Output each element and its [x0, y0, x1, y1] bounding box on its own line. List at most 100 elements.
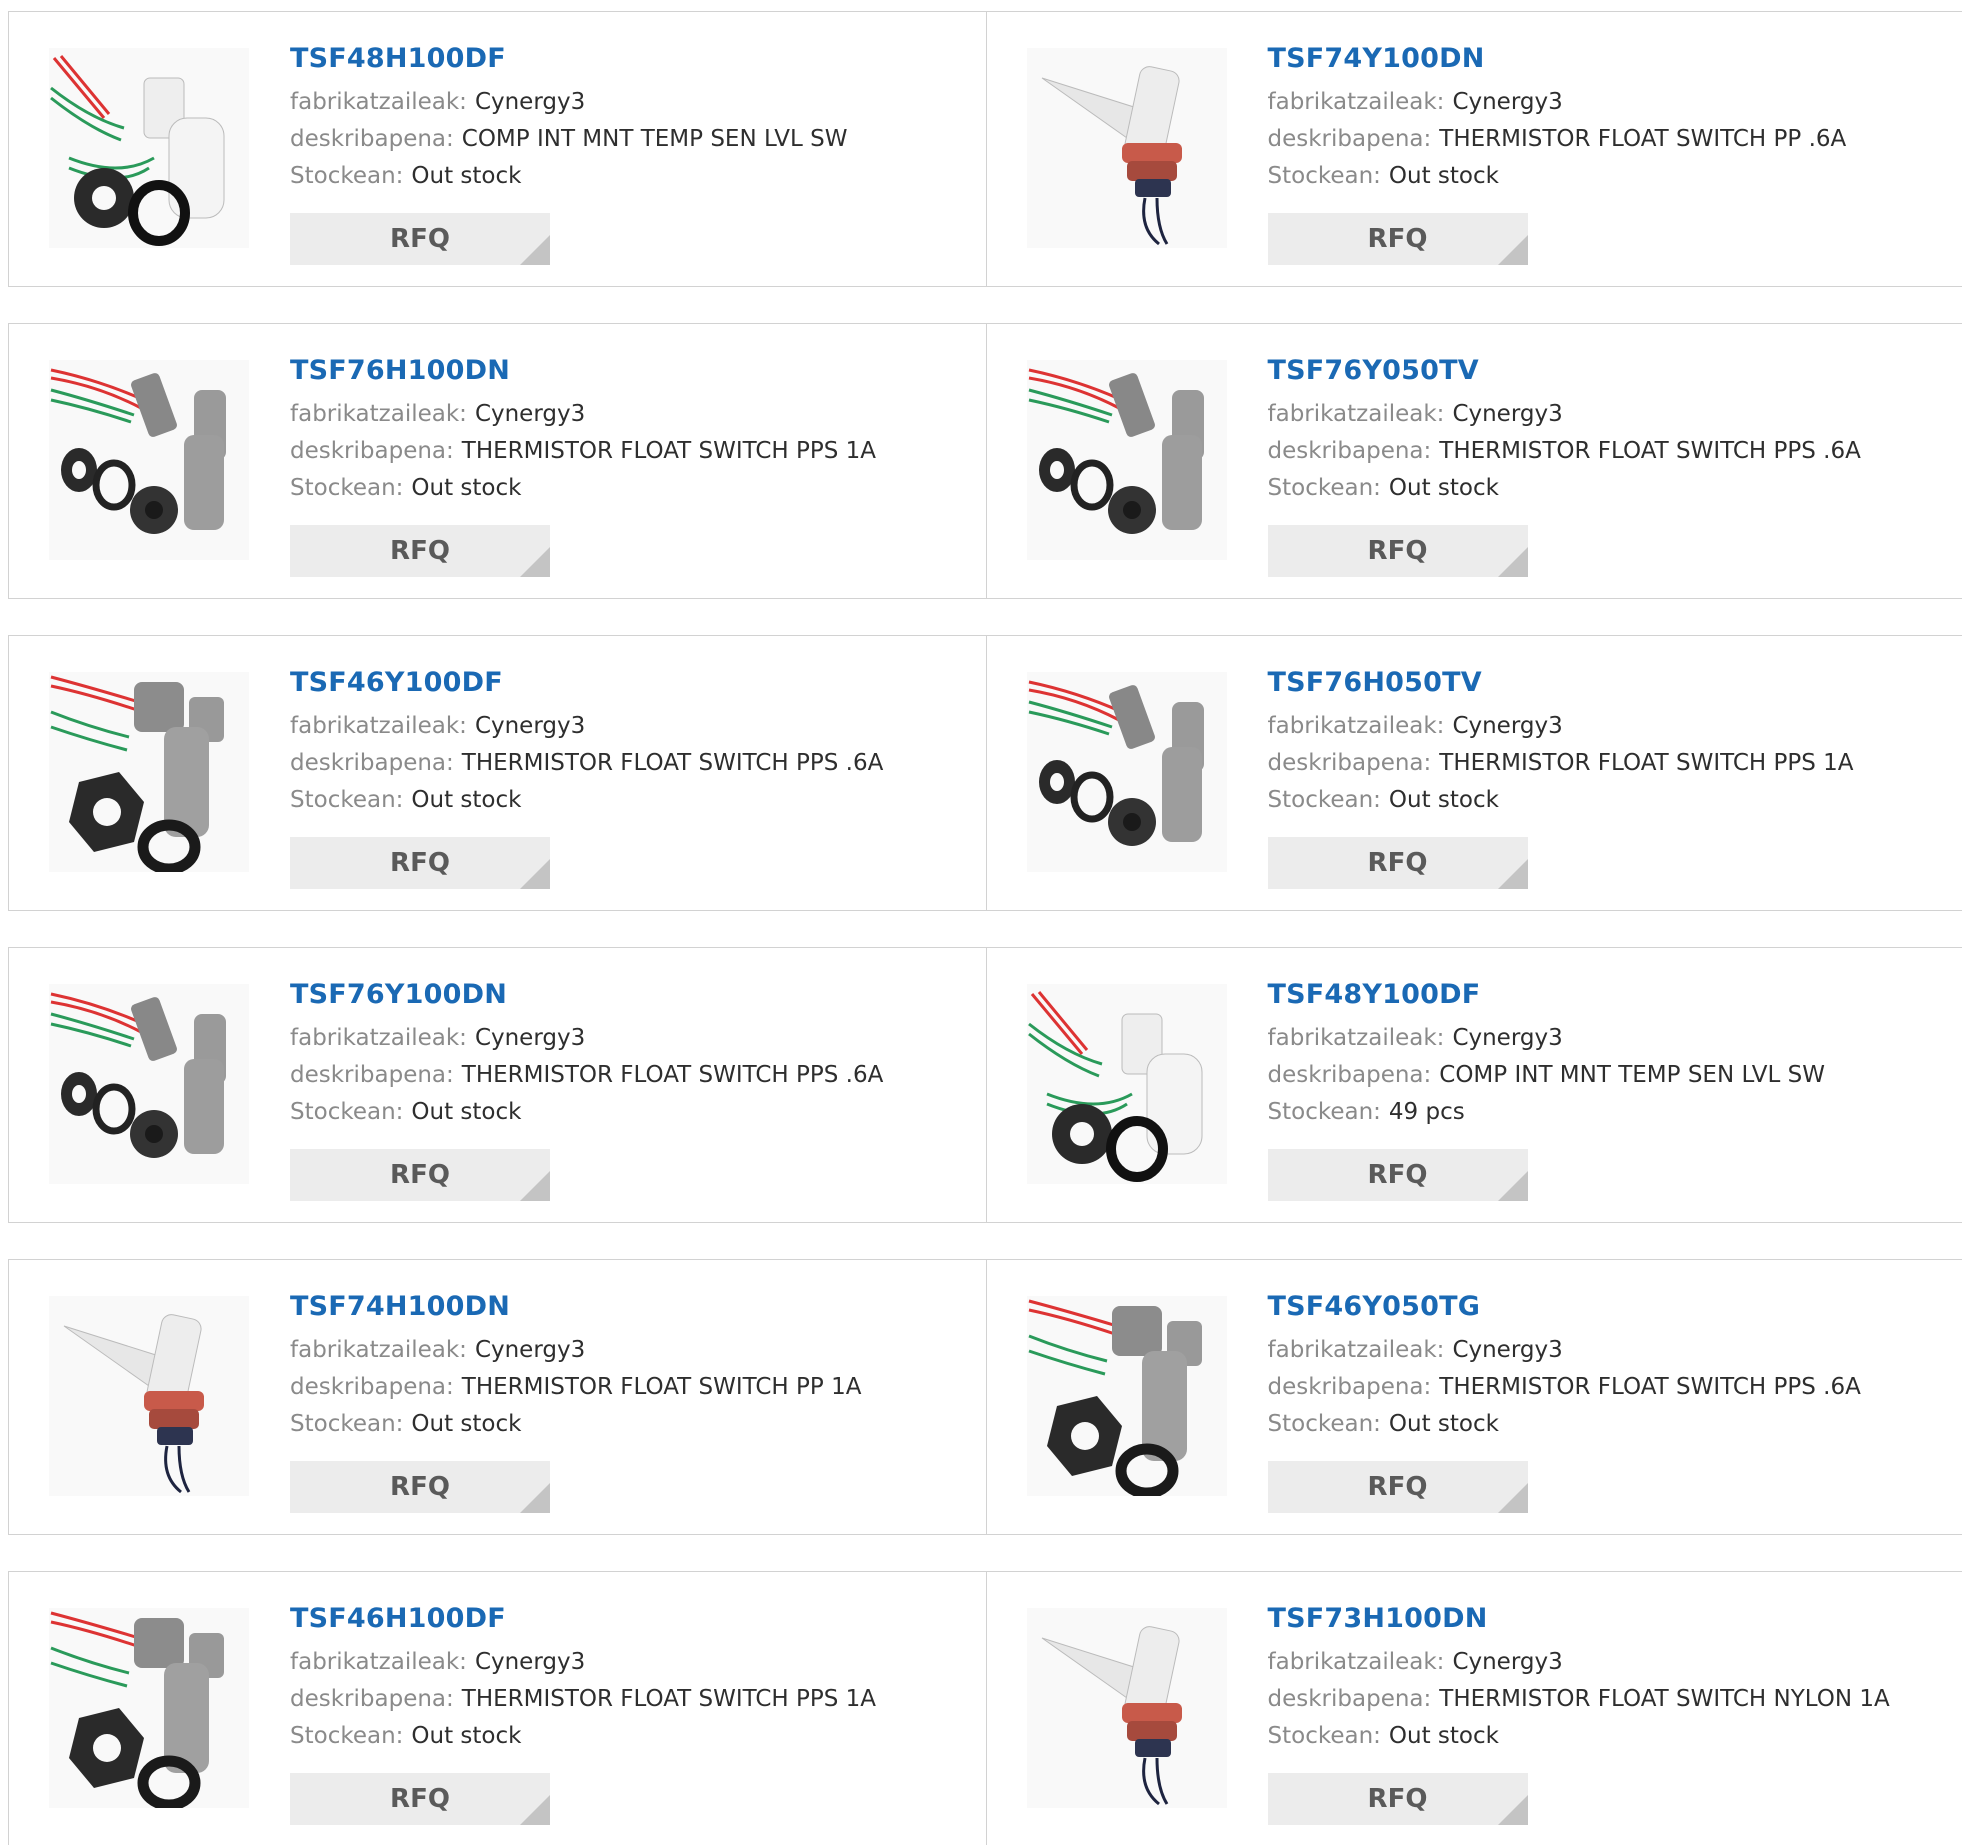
product-info: TSF76Y050TV fabrikatzaileak: Cynergy3 deskr…: [1268, 354, 1962, 503]
corner-triangle-icon: [1498, 1795, 1528, 1825]
stock-label: Stockean:: [1268, 475, 1381, 501]
stock-value: Out stock: [411, 1099, 521, 1125]
product-info: TSF76H050TVfabrikatzaileak:Cynergy3deskr…: [1268, 666, 1962, 815]
rfq-button[interactable]: RFQ: [290, 1149, 550, 1201]
manufacturer-value: Cynergy3: [475, 1649, 585, 1675]
product-image[interactable]: [1027, 984, 1227, 1184]
angled-float-sensor-icon: [49, 1296, 249, 1496]
product-image[interactable]: [49, 48, 249, 248]
rfq-label: RFQ: [390, 1784, 450, 1814]
rfq-button[interactable]: RFQ: [1268, 1773, 1528, 1825]
stock-value: Out stock: [1389, 163, 1499, 189]
rfq-button[interactable]: RFQ: [290, 1461, 550, 1513]
part-number-link[interactable]: TSF46H100DF: [290, 1602, 986, 1636]
product-info: TSF74H100DN fabrikatzaileak: Cynergy3 deskr…: [290, 1290, 986, 1439]
description-label: deskribapena:: [1268, 438, 1432, 464]
part-number-link[interactable]: TSF46Y100DF: [290, 666, 986, 700]
product-row: TSF48H100DF fabrikatzaileak:Cynergy3 deskr…: [8, 11, 1962, 287]
rfq-label: RFQ: [1368, 1472, 1428, 1502]
stock-label: Stockean:: [1268, 1723, 1381, 1749]
stock-row: Stockean:Out stock: [290, 786, 986, 815]
product-image[interactable]: [1027, 1296, 1227, 1496]
manufacturer-row: fabrikatzaileak:Cynergy3: [1268, 88, 1962, 117]
manufacturer-label: fabrikatzaileak:: [290, 1337, 467, 1363]
stock-row: Stockean:Out stock: [290, 1722, 986, 1751]
rfq-button[interactable]: RFQ: [290, 213, 550, 265]
manufacturer-label: fabrikatzaileak:: [1268, 89, 1445, 115]
part-number-link[interactable]: TSF76H100DN: [290, 354, 986, 388]
rfq-button[interactable]: RFQ: [1268, 213, 1528, 265]
rfq-button[interactable]: RFQ: [1268, 837, 1528, 889]
manufacturer-label: fabrikatzaileak:: [290, 713, 467, 739]
description-value: THERMISTOR FLOAT SWITCH PP 1A: [462, 1374, 862, 1400]
manufacturer-label: fabrikatzaileak:: [290, 89, 467, 115]
product-image[interactable]: [49, 672, 249, 872]
description-value: THERMISTOR FLOAT SWITCH PPS .6A: [1439, 438, 1861, 464]
gray-float-switch-kit-icon: [1027, 360, 1227, 560]
description-label: deskribapena:: [290, 126, 454, 152]
manufacturer-label: fabrikatzaileak:: [290, 1649, 467, 1675]
description-value: THERMISTOR FLOAT SWITCH PP .6A: [1439, 126, 1846, 152]
part-number-link[interactable]: TSF74Y100DN: [1268, 42, 1962, 76]
stock-value: Out stock: [411, 163, 521, 189]
stock-value: Out stock: [1389, 787, 1499, 813]
stock-label: Stockean:: [290, 1723, 403, 1749]
stock-label: Stockean:: [290, 787, 403, 813]
manufacturer-value: Cynergy3: [1452, 401, 1562, 427]
manufacturer-label: fabrikatzaileak:: [1268, 401, 1445, 427]
product-image[interactable]: [1027, 1608, 1227, 1808]
part-number-link[interactable]: TSF46Y050TG: [1268, 1290, 1962, 1324]
description-row: deskribapena:THERMISTOR FLOAT SWITCH PPS…: [290, 1061, 986, 1090]
product-info: TSF48H100DF fabrikatzaileak:Cynergy3 deskr…: [290, 42, 986, 191]
part-number-link[interactable]: TSF76Y050TV: [1268, 354, 1962, 388]
manufacturer-value: Cynergy3: [1452, 1025, 1562, 1051]
rfq-button[interactable]: RFQ: [1268, 1149, 1528, 1201]
rfq-button[interactable]: RFQ: [1268, 1461, 1528, 1513]
stock-value: Out stock: [411, 1411, 521, 1437]
part-number-link[interactable]: TSF74H100DN: [290, 1290, 986, 1324]
manufacturer-value: Cynergy3: [475, 1337, 585, 1363]
manufacturer-row: fabrikatzaileak:Cynergy3: [290, 88, 986, 117]
rfq-button[interactable]: RFQ: [290, 837, 550, 889]
stock-label: Stockean:: [290, 1411, 403, 1437]
product-card: TSF76Y100DNfabrikatzaileak:Cynergy3deskr…: [9, 948, 986, 1222]
part-number-link[interactable]: TSF73H100DN: [1268, 1602, 1962, 1636]
corner-triangle-icon: [1498, 1171, 1528, 1201]
part-number-link[interactable]: TSF48H100DF: [290, 42, 986, 76]
part-number-link[interactable]: TSF76Y100DN: [290, 978, 986, 1012]
rfq-button[interactable]: RFQ: [290, 525, 550, 577]
manufacturer-row: fabrikatzaileak:Cynergy3: [290, 712, 986, 741]
description-row: deskribapena: COMP INT MNT TEMP SEN LVL S…: [290, 125, 986, 154]
product-image[interactable]: [49, 1608, 249, 1808]
gray-float-switch-nut-icon: [49, 1608, 249, 1808]
manufacturer-value: Cynergy3: [475, 401, 585, 427]
product-info: TSF48Y100DFfabrikatzaileak:Cynergy3deskr…: [1268, 978, 1962, 1127]
rfq-button[interactable]: RFQ: [1268, 525, 1528, 577]
white-float-switch-icon: [49, 48, 249, 248]
part-number-link[interactable]: TSF76H050TV: [1268, 666, 1962, 700]
product-image[interactable]: [1027, 48, 1227, 248]
rfq-button[interactable]: RFQ: [290, 1773, 550, 1825]
product-image[interactable]: [49, 1296, 249, 1496]
corner-triangle-icon: [520, 547, 550, 577]
corner-triangle-icon: [1498, 859, 1528, 889]
stock-row: Stockean:Out stock: [1268, 1722, 1962, 1751]
description-value: COMP INT MNT TEMP SEN LVL SW: [462, 126, 848, 152]
description-label: deskribapena:: [1268, 750, 1432, 776]
description-value: THERMISTOR FLOAT SWITCH PPS 1A: [462, 438, 876, 464]
product-image[interactable]: [49, 984, 249, 1184]
part-number-link[interactable]: TSF48Y100DF: [1268, 978, 1962, 1012]
product-image[interactable]: [1027, 672, 1227, 872]
product-card: TSF76H050TVfabrikatzaileak:Cynergy3deskr…: [986, 636, 1962, 910]
description-row: deskribapena:THERMISTOR FLOAT SWITCH NYL…: [1268, 1685, 1962, 1714]
manufacturer-row: fabrikatzaileak: Cynergy3: [290, 1648, 986, 1677]
manufacturer-value: Cynergy3: [1452, 1337, 1562, 1363]
product-image[interactable]: [49, 360, 249, 560]
manufacturer-row: fabrikatzaileak:Cynergy3: [1268, 1336, 1962, 1365]
gray-float-switch-kit-icon: [49, 984, 249, 1184]
product-card: TSF46Y050TGfabrikatzaileak:Cynergy3deskr…: [986, 1260, 1962, 1534]
manufacturer-label: fabrikatzaileak:: [290, 1025, 467, 1051]
stock-label: Stockean:: [290, 163, 403, 189]
product-image[interactable]: [1027, 360, 1227, 560]
description-label: deskribapena:: [290, 1374, 454, 1400]
